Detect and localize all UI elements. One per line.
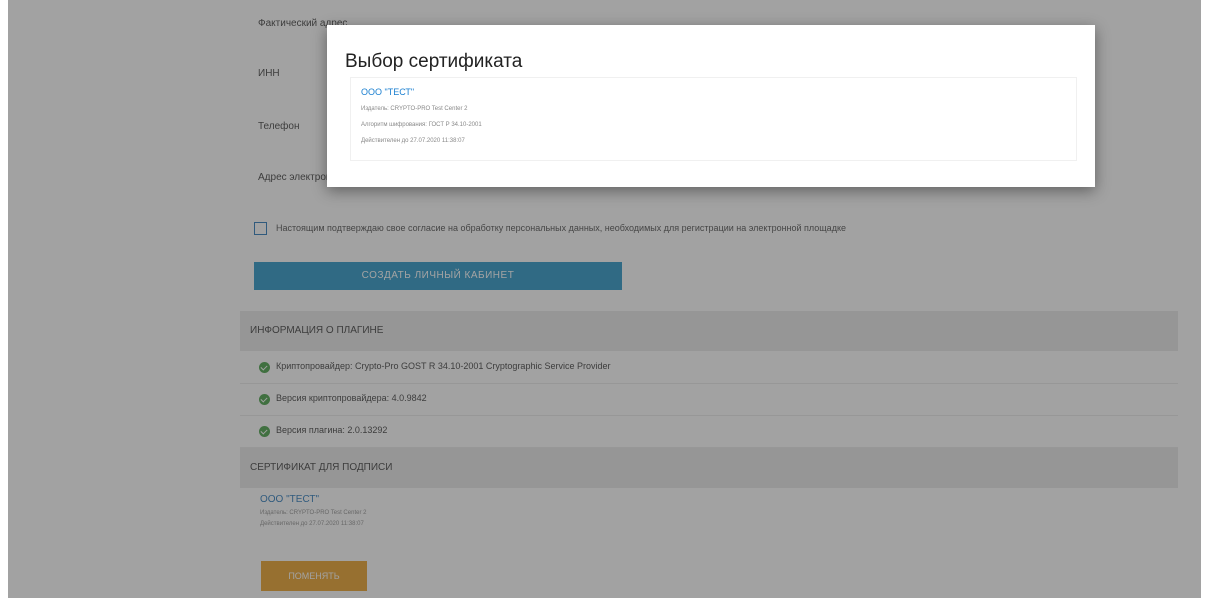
certificate-select-dialog: Выбор сертификата ООО "ТЕСТ" Издатель: C… [327, 25, 1095, 187]
certificate-option[interactable]: ООО "ТЕСТ" Издатель: CRYPTO-PRO Test Cen… [350, 77, 1077, 161]
page-bottom-margin [0, 598, 1213, 602]
certificate-valid-to: Действителен до 27.07.2020 11:38:07 [361, 138, 465, 144]
certificate-name[interactable]: ООО "ТЕСТ" [361, 87, 414, 97]
certificate-algorithm: Алгоритм шифрования: ГОСТ Р 34.10-2001 [361, 122, 482, 128]
page-right-margin [1201, 0, 1213, 602]
browser-viewport: Фактический адрес ИНН Телефон Адрес элек… [8, 0, 1205, 598]
dialog-title: Выбор сертификата [345, 51, 523, 72]
certificate-issuer: Издатель: CRYPTO-PRO Test Center 2 [361, 106, 468, 112]
